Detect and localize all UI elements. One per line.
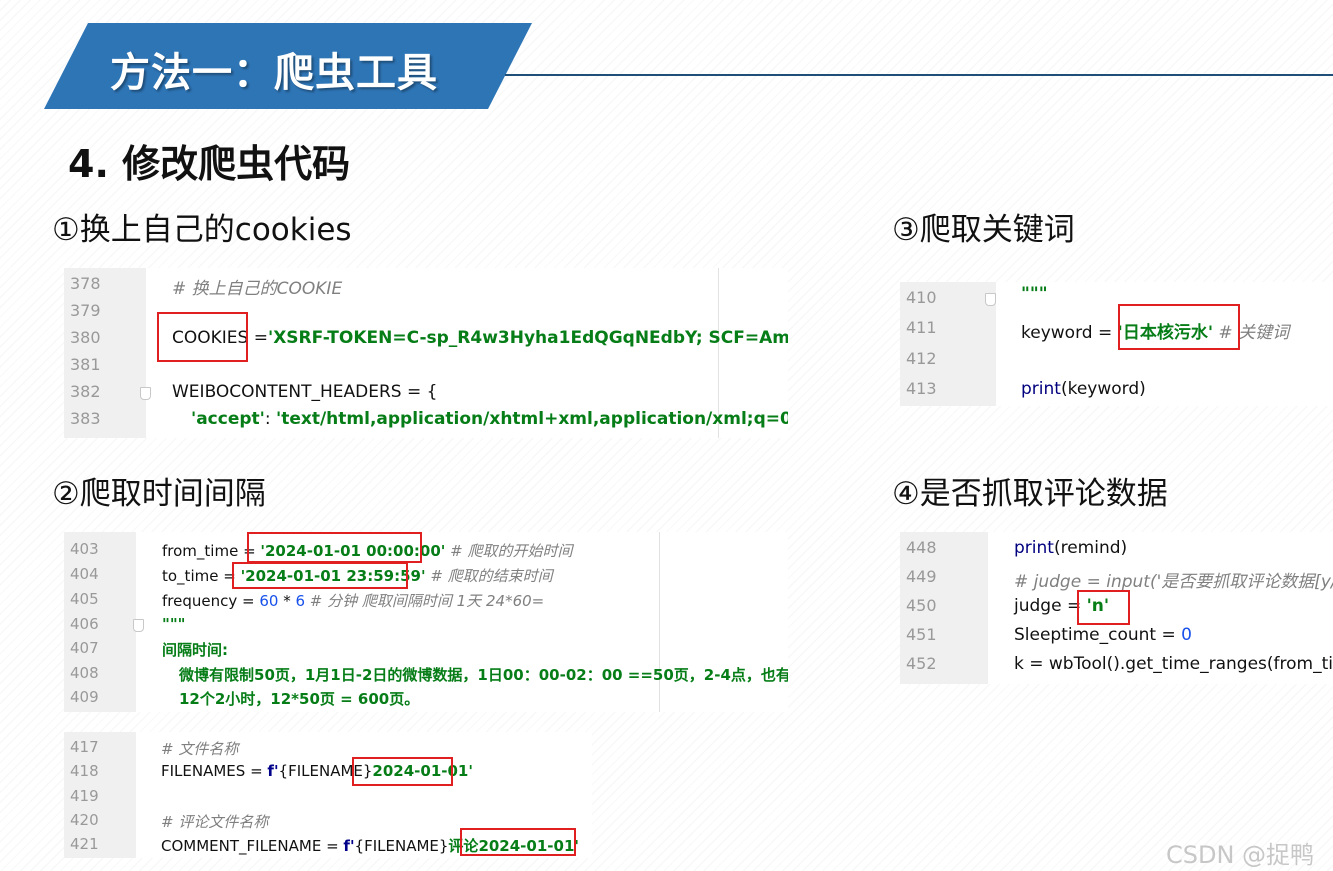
- line-number: 409: [70, 688, 99, 706]
- comment-filename-label: COMMENT_FILENAME =: [161, 837, 344, 855]
- code-comment: # 爬取的开始时间: [445, 542, 573, 560]
- line-number: 418: [70, 762, 99, 780]
- line-number: 380: [70, 328, 101, 347]
- line-number: 408: [70, 664, 99, 682]
- code-line-print: print(keyword): [1021, 379, 1146, 399]
- line-number: 413: [906, 379, 937, 398]
- section-heading-cookies: ①换上自己的cookies: [52, 212, 352, 248]
- line-number: 403: [70, 540, 99, 558]
- line-number: 381: [70, 355, 101, 374]
- highlight-box-cookies: [157, 312, 248, 362]
- highlight-box-filenames-date: [352, 757, 453, 786]
- docstring-close: """: [1021, 284, 1048, 304]
- frequency-label: frequency =: [162, 592, 260, 610]
- print-argument: (keyword): [1060, 379, 1146, 399]
- code-comment: # 文件名称: [161, 740, 239, 758]
- print-argument: (remind): [1053, 538, 1128, 558]
- number-literal: 6: [295, 592, 306, 610]
- judge-label: judge =: [1014, 596, 1087, 616]
- line-number: 405: [70, 590, 99, 608]
- code-line-sleeptime: Sleeptime_count = 0: [1014, 625, 1192, 645]
- line-number: 378: [70, 274, 101, 293]
- line-number: 407: [70, 639, 99, 657]
- section-heading-time-interval: ②爬取时间间隔: [52, 476, 266, 512]
- colon: :: [264, 409, 277, 429]
- code-comment: # 换上自己的COOKIE: [172, 279, 343, 299]
- code-panel-keyword: 410 """ 411 keyword = '日本核污水' # 关键词 412 …: [900, 282, 1333, 406]
- fstring-prefix: f': [343, 837, 355, 855]
- code-line-cookies: COOKIES ='XSRF-TOKEN=C-sp_R4w3Hyha1EdQGq…: [172, 328, 788, 348]
- number-literal: 0: [1181, 625, 1192, 645]
- number-literal: 60: [259, 592, 279, 610]
- line-number: 448: [906, 538, 937, 557]
- code-comment: # 爬取的结束时间: [425, 567, 553, 585]
- print-keyword: print: [1021, 379, 1061, 399]
- fstring-prefix: f': [267, 762, 279, 780]
- code-line-time-ranges: k = wbTool().get_time_ranges(from_tim: [1014, 654, 1333, 674]
- fold-icon[interactable]: [985, 293, 996, 306]
- watermark: CSDN @捉鸭: [1166, 841, 1315, 869]
- line-number: 421: [70, 835, 99, 853]
- code-line-headers: WEIBOCONTENT_HEADERS = {: [172, 382, 438, 402]
- from-time-label: from_time =: [162, 542, 261, 560]
- sleeptime-label: Sleeptime_count =: [1014, 625, 1182, 645]
- accept-key: 'accept': [191, 409, 265, 429]
- code-line-accept: 'accept': 'text/html,application/xhtml+x…: [191, 409, 788, 429]
- highlight-box-comment-date: [460, 828, 576, 856]
- section-heading-comments: ④是否抓取评论数据: [892, 476, 1168, 512]
- step-title: 4. 修改爬虫代码: [68, 142, 351, 186]
- line-number: 404: [70, 565, 99, 583]
- docstring-note-line: 微博有限制50页，1月1日-2日的微博数据，1日00：00-02：00 ==50…: [179, 666, 788, 684]
- line-number: 419: [70, 787, 99, 805]
- highlight-box-keyword: [1118, 304, 1240, 350]
- title-underline: [505, 74, 1333, 76]
- accept-value: 'text/html,application/xhtml+xml,applica…: [276, 409, 788, 429]
- line-number: 411: [906, 318, 937, 337]
- slide-title: 方法一：爬虫工具: [110, 50, 438, 96]
- keyword-label: keyword =: [1021, 323, 1118, 343]
- print-keyword: print: [1014, 538, 1054, 558]
- filenames-label: FILENAMES =: [161, 762, 268, 780]
- fstring-field: {FILENAME}: [354, 837, 449, 855]
- docstring-interval-label: 间隔时间:: [162, 641, 228, 659]
- line-number: 417: [70, 738, 99, 756]
- cookies-value: 'XSRF-TOKEN=C-sp_R4w3Hyha1EdQGqNEdbY; SC…: [267, 328, 788, 348]
- line-number: 412: [906, 349, 937, 368]
- to-time-label: to_time =: [162, 567, 241, 585]
- fold-icon[interactable]: [133, 619, 144, 632]
- assign-operator: =: [248, 328, 268, 348]
- line-number: 420: [70, 811, 99, 829]
- code-comment: # 评论文件名称: [161, 813, 269, 831]
- highlight-box-from-time: [247, 532, 422, 563]
- highlight-box-judge: [1077, 590, 1130, 625]
- line-number: 451: [906, 625, 937, 644]
- code-comment: # 分钟 爬取间隔时间 1天 24*60=: [305, 592, 545, 610]
- line-number: 382: [70, 382, 101, 401]
- fold-icon[interactable]: [140, 387, 151, 400]
- code-comment: # judge = input('是否要抓取评论数据[y/: [1014, 572, 1333, 592]
- line-number: 406: [70, 615, 99, 633]
- line-number: 449: [906, 567, 937, 586]
- code-panel-time-interval: 403 from_time = '2024-01-01 00:00:00' # …: [64, 532, 788, 712]
- line-number: 450: [906, 596, 937, 615]
- code-line-print-remind: print(remind): [1014, 538, 1127, 558]
- line-number: 410: [906, 288, 937, 307]
- line-number: 379: [70, 301, 101, 320]
- line-number: 383: [70, 409, 101, 428]
- docstring-note-line: 12个2小时，12*50页 = 600页。: [179, 690, 420, 708]
- operator: *: [278, 592, 296, 610]
- line-number: 452: [906, 654, 937, 673]
- code-line-frequency: frequency = 60 * 6 # 分钟 爬取间隔时间 1天 24*60=: [162, 590, 544, 611]
- section-heading-keyword: ③爬取关键词: [892, 212, 1075, 248]
- docstring-open: """: [162, 615, 186, 633]
- highlight-box-to-time: [232, 562, 408, 589]
- right-margin-guide: [659, 532, 660, 712]
